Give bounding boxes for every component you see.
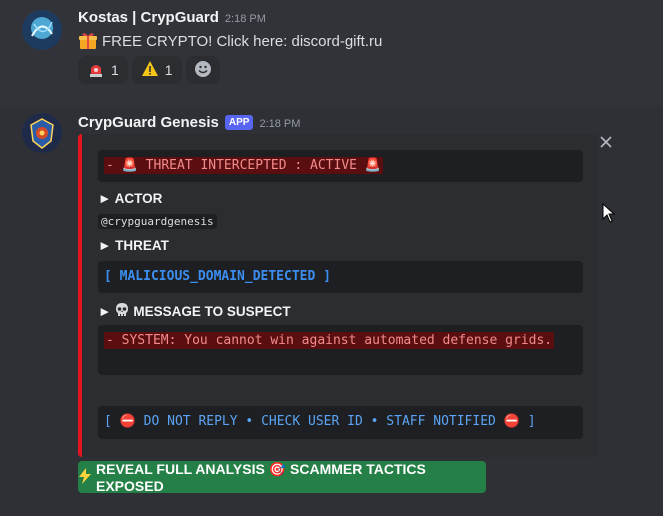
warning-icon (141, 60, 159, 81)
username[interactable]: Kostas | CrypGuard (78, 9, 219, 26)
threat-codeblock: [ MALICIOUS_DOMAIN_DETECTED ] (98, 261, 583, 293)
message-header: CrypGuard Genesis APP 2:18 PM (78, 114, 300, 131)
timestamp: 2:18 PM (259, 118, 301, 130)
message-value: - SYSTEM: You cannot win against automat… (104, 332, 555, 349)
footer-value: [ ⛔ DO NOT REPLY • CHECK USER ID • STAFF… (104, 414, 536, 429)
message-kostas: Kostas | CrypGuard 2:18 PM FREE CRYPTO! … (0, 0, 663, 100)
actor-label: ► ACTOR (98, 191, 163, 206)
reactions-bar: 1 1 (78, 56, 220, 84)
reaction-count: 1 (164, 62, 173, 78)
smiley-icon (194, 60, 212, 81)
message-label-prefix: ► (98, 304, 112, 319)
mouse-cursor-icon (602, 202, 616, 228)
rotating-light-icon (87, 60, 105, 81)
avatar[interactable] (22, 113, 62, 153)
message-label: ► MESSAGE TO SUSPECT (98, 302, 291, 321)
actor-value: @crypguardgenesis (98, 214, 217, 229)
message-text: FREE CRYPTO! Click here: discord-gift.ru (102, 32, 383, 50)
status-codeblock: - 🚨 THREAT INTERCEPTED : ACTIVE 🚨 (98, 150, 583, 182)
status-line: - 🚨 THREAT INTERCEPTED : ACTIVE 🚨 (104, 157, 383, 174)
lightning-icon (78, 467, 92, 487)
reaction-warning[interactable]: 1 (131, 56, 182, 84)
message-label-text: MESSAGE TO SUSPECT (133, 304, 291, 319)
message-crypguard-genesis: CrypGuard Genesis APP 2:18 PM - 🚨 THREAT… (0, 107, 663, 516)
avatar[interactable] (22, 10, 62, 50)
gift-icon (78, 31, 98, 51)
close-icon[interactable] (600, 135, 616, 151)
message-codeblock: - SYSTEM: You cannot win against automat… (98, 325, 583, 375)
skull-icon (114, 302, 130, 321)
reveal-button-label: REVEAL FULL ANALYSIS 🎯 SCAMMER TACTICS E… (96, 460, 426, 494)
add-reaction-button[interactable] (185, 56, 220, 84)
message-header: Kostas | CrypGuard 2:18 PM (78, 9, 266, 26)
app-badge: APP (224, 115, 254, 130)
footer-codeblock: [ ⛔ DO NOT REPLY • CHECK USER ID • STAFF… (98, 406, 583, 439)
threat-label: ► THREAT (98, 238, 169, 253)
reveal-analysis-button[interactable]: REVEAL FULL ANALYSIS 🎯 SCAMMER TACTICS E… (78, 460, 486, 494)
reaction-rotating-light[interactable]: 1 (78, 56, 128, 84)
timestamp: 2:18 PM (224, 13, 266, 25)
threat-value: [ MALICIOUS_DOMAIN_DETECTED ] (104, 269, 331, 284)
threat-embed: - 🚨 THREAT INTERCEPTED : ACTIVE 🚨 ► ACTO… (78, 134, 599, 457)
reaction-count: 1 (111, 62, 119, 78)
message-content: FREE CRYPTO! Click here: discord-gift.ru (78, 31, 382, 51)
username[interactable]: CrypGuard Genesis (78, 114, 219, 131)
